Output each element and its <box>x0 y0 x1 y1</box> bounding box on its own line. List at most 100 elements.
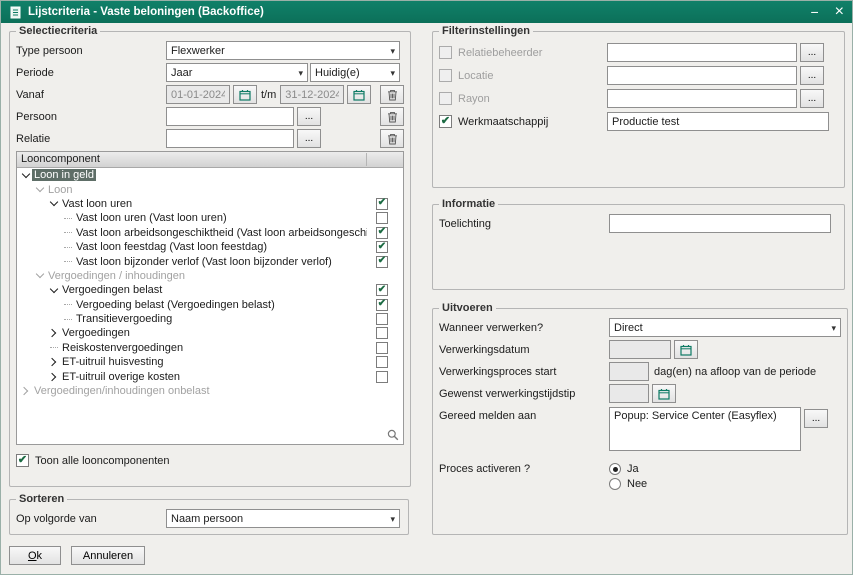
vanaf-to-input[interactable] <box>280 85 344 104</box>
tree-item[interactable]: Vast loon arbeidsongeschiktheid (Vast lo… <box>17 226 403 240</box>
tree-item[interactable]: Vast loon uren <box>17 197 403 211</box>
filter-input[interactable] <box>607 89 797 108</box>
filter-input[interactable] <box>607 112 829 131</box>
title-bar: Lijstcriteria - Vaste beloningen (Backof… <box>1 1 852 23</box>
tree-item[interactable]: ET-uitruil huisvesting <box>17 355 403 369</box>
periode-huidig-select[interactable]: Huidig(e) <box>310 63 400 82</box>
tree-leaf-stub <box>61 212 74 225</box>
tree-item-checkbox[interactable] <box>376 256 388 268</box>
tree-item[interactable]: Loon <box>17 182 403 196</box>
gereed-melden-value[interactable]: Popup: Service Center (Easyflex) <box>609 407 801 451</box>
chevron-down-icon[interactable] <box>33 183 46 196</box>
vanaf-to-calendar-button[interactable] <box>347 85 371 104</box>
filter-browse-button[interactable]: ... <box>800 43 824 62</box>
search-icon[interactable] <box>387 429 399 441</box>
chevron-down-icon[interactable] <box>47 284 60 297</box>
tree-item-label: Vast loon feestdag (Vast loon feestdag) <box>74 241 269 253</box>
type-persoon-value: Flexwerker <box>171 45 225 57</box>
tree-item[interactable]: Vergoedingen / inhoudingen <box>17 269 403 283</box>
gereed-melden-browse-button[interactable]: ... <box>804 409 828 428</box>
tree-item-label: Vast loon uren (Vast loon uren) <box>74 212 229 224</box>
chevron-down-icon[interactable] <box>33 269 46 282</box>
sorteren-group: Sorteren Op volgorde van Naam persoon <box>9 493 409 535</box>
filter-label: Werkmaatschappij <box>458 116 607 128</box>
tree-item-checkbox[interactable] <box>376 198 388 210</box>
filter-browse-button[interactable]: ... <box>800 66 824 85</box>
looncomponent-tree: Looncomponent Loon in geldLoonVast loon … <box>16 151 404 445</box>
toelichting-input[interactable] <box>609 214 831 233</box>
verwerkingstijdstip-calendar-button[interactable] <box>652 384 676 403</box>
tree-item-checkbox[interactable] <box>376 212 388 224</box>
vanaf-from-calendar-button[interactable] <box>233 85 257 104</box>
tree-item-checkbox[interactable] <box>376 284 388 296</box>
filter-checkbox[interactable] <box>439 46 452 59</box>
tree-item-label: Vergoedingen belast <box>60 284 164 296</box>
tree-item-label: ET-uitruil huisvesting <box>60 356 166 368</box>
tree-item[interactable]: Transitievergoeding <box>17 312 403 326</box>
tree-item[interactable]: Loon in geld <box>17 168 403 182</box>
vanaf-from-input[interactable] <box>166 85 230 104</box>
tree-item-checkbox[interactable] <box>376 356 388 368</box>
filter-rows: Relatiebeheerder...Locatie...Rayon...Wer… <box>439 43 838 131</box>
tree-item-checkbox[interactable] <box>376 313 388 325</box>
chevron-right-icon[interactable] <box>47 370 60 383</box>
tree-item-checkbox[interactable] <box>376 241 388 253</box>
toon-alle-checkbox[interactable] <box>16 454 29 467</box>
wanneer-verwerken-value: Direct <box>614 322 643 334</box>
chevron-right-icon[interactable] <box>47 356 60 369</box>
persoon-browse-button[interactable]: ... <box>297 107 321 126</box>
verwerkingsdatum-row: Verwerkingsdatum <box>439 340 841 359</box>
tree-item[interactable]: Vergoedingen <box>17 326 403 340</box>
filter-input[interactable] <box>607 66 797 85</box>
relatie-input[interactable] <box>166 129 294 148</box>
tree-item[interactable]: Vergoedingen belast <box>17 283 403 297</box>
tree-item-checkbox[interactable] <box>376 342 388 354</box>
ok-button[interactable]: Ok <box>9 546 61 565</box>
tree-leaf-stub <box>61 255 74 268</box>
calendar-icon <box>353 89 365 101</box>
verwerkingsproces-start-input[interactable] <box>609 362 649 381</box>
periode-select[interactable]: Jaar <box>166 63 308 82</box>
chevron-right-icon[interactable] <box>19 385 32 398</box>
chevron-down-icon[interactable] <box>19 169 32 182</box>
tree-item[interactable]: Vergoedingen/inhoudingen onbelast <box>17 384 403 398</box>
persoon-delete-button[interactable] <box>380 107 404 126</box>
radio-option-nee[interactable]: Nee <box>609 478 647 490</box>
relatie-delete-button[interactable] <box>380 129 404 148</box>
tree-item-label: Vast loon bijzonder verlof (Vast loon bi… <box>74 256 334 268</box>
filter-input[interactable] <box>607 43 797 62</box>
minimize-button[interactable]: − <box>810 5 818 19</box>
chevron-down-icon <box>298 67 303 79</box>
tree-item-checkbox[interactable] <box>376 371 388 383</box>
annuleren-button[interactable]: Annuleren <box>71 546 145 565</box>
wanneer-verwerken-select[interactable]: Direct <box>609 318 841 337</box>
sorteren-row: Op volgorde van Naam persoon <box>16 509 402 528</box>
tree-item[interactable]: Reiskostenvergoedingen <box>17 341 403 355</box>
tree-item[interactable]: Vast loon feestdag (Vast loon feestdag) <box>17 240 403 254</box>
filter-browse-button[interactable]: ... <box>800 89 824 108</box>
verwerkingsdatum-calendar-button[interactable] <box>674 340 698 359</box>
selectiecriteria-legend: Selectiecriteria <box>16 25 100 37</box>
vanaf-delete-button[interactable] <box>380 85 404 104</box>
verwerkingsdatum-input[interactable] <box>609 340 671 359</box>
tree-item[interactable]: Vergoeding belast (Vergoedingen belast) <box>17 298 403 312</box>
type-persoon-select[interactable]: Flexwerker <box>166 41 400 60</box>
radio-option-ja[interactable]: Ja <box>609 463 647 475</box>
tree-item-checkbox[interactable] <box>376 299 388 311</box>
tree-item-checkbox[interactable] <box>376 227 388 239</box>
chevron-down-icon[interactable] <box>47 197 60 210</box>
persoon-input[interactable] <box>166 107 294 126</box>
op-volgorde-select[interactable]: Naam persoon <box>166 509 400 528</box>
close-button[interactable]: × <box>835 4 844 20</box>
filter-checkbox[interactable] <box>439 115 452 128</box>
relatie-browse-button[interactable]: ... <box>297 129 321 148</box>
filter-checkbox[interactable] <box>439 69 452 82</box>
verwerkingstijdstip-input[interactable] <box>609 384 649 403</box>
filter-checkbox[interactable] <box>439 92 452 105</box>
tree-item[interactable]: Vast loon bijzonder verlof (Vast loon bi… <box>17 254 403 268</box>
tree-item-checkbox[interactable] <box>376 327 388 339</box>
tree-item[interactable]: Vast loon uren (Vast loon uren) <box>17 211 403 225</box>
chevron-right-icon[interactable] <box>47 327 60 340</box>
tree-item[interactable]: ET-uitruil overige kosten <box>17 369 403 383</box>
radio-icon <box>609 463 621 475</box>
